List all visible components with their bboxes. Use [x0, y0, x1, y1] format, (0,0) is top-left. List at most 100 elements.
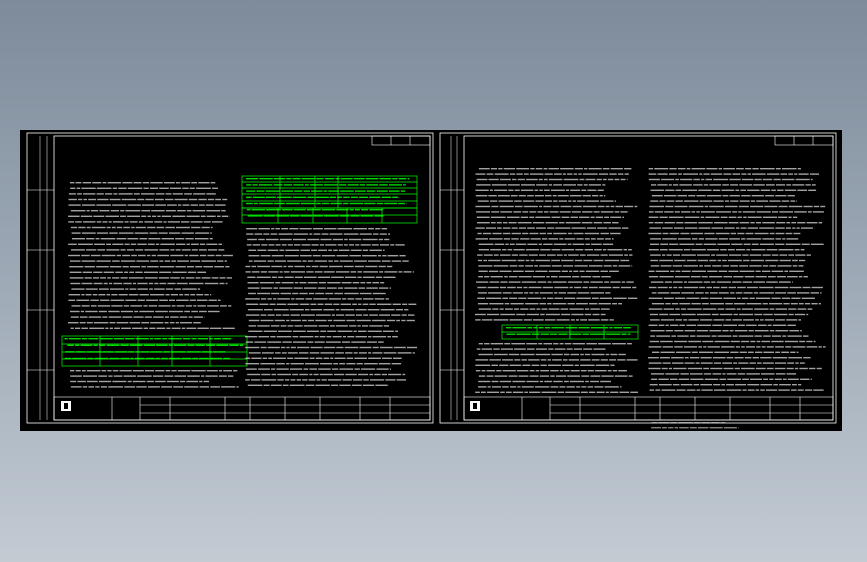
text-glyph-run: [168, 338, 182, 340]
text-glyph-run: [493, 348, 500, 350]
text-glyph-run: [398, 202, 405, 205]
text-glyph-run: [161, 238, 174, 240]
text-glyph-run: [536, 308, 541, 310]
text-glyph-run: [535, 195, 544, 197]
text-glyph-run: [553, 380, 563, 383]
text-glyph-run: [187, 344, 195, 346]
text-glyph-run: [769, 232, 775, 235]
text-glyph-run: [296, 379, 301, 381]
text-glyph-run: [600, 200, 614, 202]
text-glyph-run: [803, 205, 813, 208]
text-glyph-run: [276, 336, 292, 338]
text-glyph-run: [346, 319, 356, 322]
text-glyph-run: [86, 249, 97, 251]
text-glyph-run: [143, 327, 148, 329]
text-glyph-run: [781, 351, 789, 353]
sheet-1-page-box: [371, 135, 431, 146]
text-glyph-run: [610, 364, 615, 366]
text-glyph-run: [703, 173, 710, 175]
cad-model-space[interactable]: [20, 130, 842, 431]
text-glyph-run: [316, 202, 321, 205]
text-glyph-run: [279, 271, 283, 273]
text-glyph-run: [558, 333, 568, 335]
text-glyph-run: [207, 310, 220, 313]
text-glyph-run: [259, 282, 275, 284]
text-glyph-run: [134, 310, 139, 313]
text-glyph-run: [649, 227, 661, 229]
text-glyph-run: [725, 205, 738, 208]
text-glyph-run: [564, 238, 576, 240]
text-glyph-run: [261, 298, 267, 300]
text-glyph-run: [228, 375, 234, 377]
text-glyph-run: [525, 249, 539, 251]
text-glyph-run: [728, 286, 736, 289]
text-glyph-run: [701, 276, 708, 278]
text-glyph-run: [96, 204, 111, 206]
text-glyph-run: [105, 215, 119, 217]
text-glyph-run: [721, 384, 725, 386]
text-glyph-run: [475, 195, 488, 197]
text-glyph-run: [112, 277, 120, 279]
text-glyph-run: [138, 221, 144, 223]
text-glyph-run: [502, 297, 508, 299]
text-glyph-run: [535, 348, 548, 350]
text-glyph-run: [632, 286, 637, 289]
text-glyph-run: [614, 178, 620, 181]
text-glyph-run: [627, 297, 638, 299]
text-glyph-run: [112, 370, 119, 372]
text-glyph-run: [702, 308, 717, 310]
text-glyph-run: [752, 357, 759, 359]
text-glyph-run: [313, 233, 321, 235]
text-glyph-run: [671, 303, 679, 305]
text-glyph-run: [98, 294, 106, 296]
text-glyph-run: [516, 168, 530, 170]
text-glyph-run: [779, 384, 791, 386]
text-glyph-run: [128, 351, 134, 353]
text-glyph-run: [736, 227, 740, 229]
text-glyph-run: [755, 276, 767, 278]
text-glyph-run: [810, 178, 813, 181]
text-glyph-run: [402, 373, 406, 376]
text-glyph-run: [489, 189, 493, 191]
text-glyph-run: [669, 243, 679, 245]
text-glyph-run: [204, 282, 219, 285]
text-glyph-run: [762, 254, 771, 256]
text-glyph-run: [247, 287, 260, 289]
text-glyph-run: [799, 367, 808, 370]
text-glyph-run: [120, 344, 129, 346]
text-glyph-run: [408, 314, 415, 316]
text-glyph-run: [703, 281, 711, 283]
text-glyph-run: [696, 195, 706, 197]
text-glyph-run: [191, 370, 206, 372]
text-glyph-run: [741, 195, 751, 197]
text-glyph-run: [349, 209, 354, 211]
text-glyph-run: [677, 335, 689, 337]
text-glyph-run: [107, 277, 111, 279]
text-glyph-run: [752, 168, 759, 170]
text-glyph-run: [110, 299, 125, 301]
text-glyph-run: [526, 178, 538, 181]
text-glyph-run: [671, 357, 684, 359]
text-glyph-run: [128, 294, 139, 296]
text-glyph-run: [754, 178, 762, 181]
text-glyph-run: [487, 286, 499, 289]
text-glyph-run: [86, 322, 93, 324]
text-glyph-run: [775, 319, 785, 321]
text-glyph-run: [605, 205, 610, 208]
text-glyph-run: [709, 259, 717, 262]
text-glyph-run: [324, 303, 333, 305]
text-glyph-run: [92, 294, 98, 296]
text-glyph-run: [544, 319, 556, 321]
text-glyph-run: [211, 277, 219, 279]
text-glyph-run: [503, 238, 511, 240]
text-glyph-run: [189, 282, 204, 285]
text-glyph-run: [612, 238, 614, 240]
text-glyph-run: [545, 313, 560, 316]
text-glyph-run: [734, 357, 744, 359]
text-glyph-run: [690, 378, 704, 380]
text-glyph-run: [761, 340, 771, 343]
text-glyph-run: [112, 243, 124, 245]
text-glyph-run: [675, 200, 683, 202]
text-glyph-run: [189, 299, 196, 301]
text-glyph-run: [765, 259, 779, 262]
